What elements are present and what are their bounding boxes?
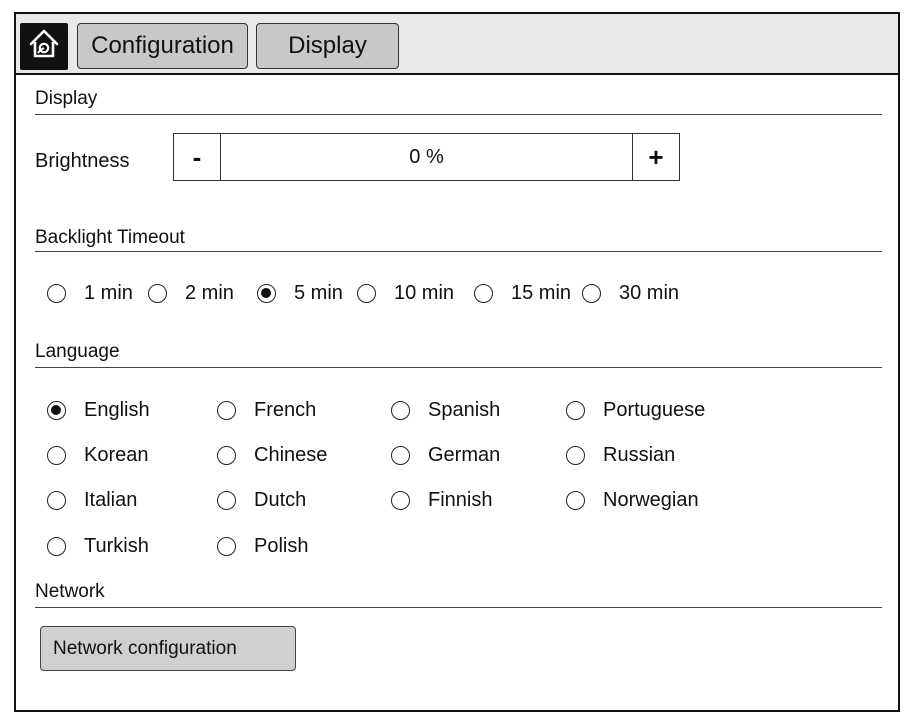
radio-language-russian[interactable]: Russian xyxy=(566,444,675,467)
radio-backlight-1min[interactable]: 1 min xyxy=(47,282,133,305)
radio-label: 30 min xyxy=(619,282,680,304)
radio-button-icon xyxy=(566,446,585,465)
radio-button-icon xyxy=(47,491,66,510)
divider xyxy=(35,367,882,368)
radio-label: Korean xyxy=(84,444,149,466)
radio-label: Portuguese xyxy=(603,399,706,421)
radio-label: Finnish xyxy=(428,489,493,511)
radio-label: French xyxy=(254,399,317,421)
radio-language-italian[interactable]: Italian xyxy=(47,489,137,512)
radio-language-dutch[interactable]: Dutch xyxy=(217,489,306,512)
radio-language-finnish[interactable]: Finnish xyxy=(391,489,492,512)
brightness-stepper: - 0 % + xyxy=(173,133,680,181)
radio-button-icon xyxy=(391,491,410,510)
radio-button-icon xyxy=(391,401,410,420)
radio-backlight-10min[interactable]: 10 min xyxy=(357,282,454,305)
radio-label: Spanish xyxy=(428,399,501,421)
section-title-language: Language xyxy=(35,341,120,362)
radio-language-norwegian[interactable]: Norwegian xyxy=(566,489,699,512)
brightness-value: 0 % xyxy=(409,145,444,168)
radio-language-german[interactable]: German xyxy=(391,444,500,467)
radio-label: 15 min xyxy=(511,282,572,304)
radio-button-icon xyxy=(148,284,167,303)
section-title-network: Network xyxy=(35,581,105,602)
radio-backlight-30min[interactable]: 30 min xyxy=(582,282,679,305)
radio-backlight-5min[interactable]: 5 min xyxy=(257,282,343,305)
divider xyxy=(35,251,882,252)
home-icon xyxy=(27,27,61,66)
radio-label: Polish xyxy=(254,535,309,557)
radio-language-spanish[interactable]: Spanish xyxy=(391,399,500,422)
radio-language-polish[interactable]: Polish xyxy=(217,535,308,558)
radio-button-selected-icon xyxy=(47,401,66,420)
brightness-label: Brightness xyxy=(35,150,130,172)
radio-button-icon xyxy=(391,446,410,465)
radio-label: 5 min xyxy=(294,282,343,304)
radio-button-icon xyxy=(357,284,376,303)
home-button[interactable] xyxy=(20,23,68,70)
top-bar: Configuration Display xyxy=(16,14,898,75)
section-title-display: Display xyxy=(35,88,98,109)
radio-button-selected-icon xyxy=(257,284,276,303)
radio-language-english[interactable]: English xyxy=(47,399,150,422)
radio-language-portuguese[interactable]: Portuguese xyxy=(566,399,705,422)
radio-label: Chinese xyxy=(254,444,328,466)
section-title-backlight-timeout: Backlight Timeout xyxy=(35,227,185,248)
radio-language-chinese[interactable]: Chinese xyxy=(217,444,327,467)
app-frame: Configuration Display Display Brightness… xyxy=(14,12,900,712)
radio-button-icon xyxy=(217,491,236,510)
radio-label: Turkish xyxy=(84,535,149,557)
radio-label: 2 min xyxy=(185,282,234,304)
radio-label: 10 min xyxy=(394,282,455,304)
brightness-increase-button[interactable]: + xyxy=(632,134,679,180)
radio-button-icon xyxy=(474,284,493,303)
radio-backlight-15min[interactable]: 15 min xyxy=(474,282,571,305)
radio-button-icon xyxy=(566,491,585,510)
brightness-decrease-button[interactable]: - xyxy=(174,134,221,180)
radio-language-korean[interactable]: Korean xyxy=(47,444,149,467)
radio-button-icon xyxy=(47,446,66,465)
breadcrumb-display[interactable]: Display xyxy=(256,23,399,69)
radio-label: English xyxy=(84,399,150,421)
divider xyxy=(35,607,882,608)
radio-label: Norwegian xyxy=(603,489,699,511)
radio-button-icon xyxy=(217,537,236,556)
radio-language-turkish[interactable]: Turkish xyxy=(47,535,149,558)
radio-label: Dutch xyxy=(254,489,307,511)
radio-language-french[interactable]: French xyxy=(217,399,316,422)
radio-button-icon xyxy=(47,284,66,303)
breadcrumb-configuration[interactable]: Configuration xyxy=(77,23,248,69)
radio-button-icon xyxy=(47,537,66,556)
radio-label: 1 min xyxy=(84,282,133,304)
network-configuration-button[interactable]: Network configuration xyxy=(40,626,296,671)
divider xyxy=(35,114,882,115)
radio-button-icon xyxy=(217,446,236,465)
radio-label: Russian xyxy=(603,444,676,466)
radio-button-icon xyxy=(566,401,585,420)
radio-label: German xyxy=(428,444,501,466)
radio-button-icon xyxy=(217,401,236,420)
radio-button-icon xyxy=(582,284,601,303)
radio-backlight-2min[interactable]: 2 min xyxy=(148,282,234,305)
radio-label: Italian xyxy=(84,489,138,511)
